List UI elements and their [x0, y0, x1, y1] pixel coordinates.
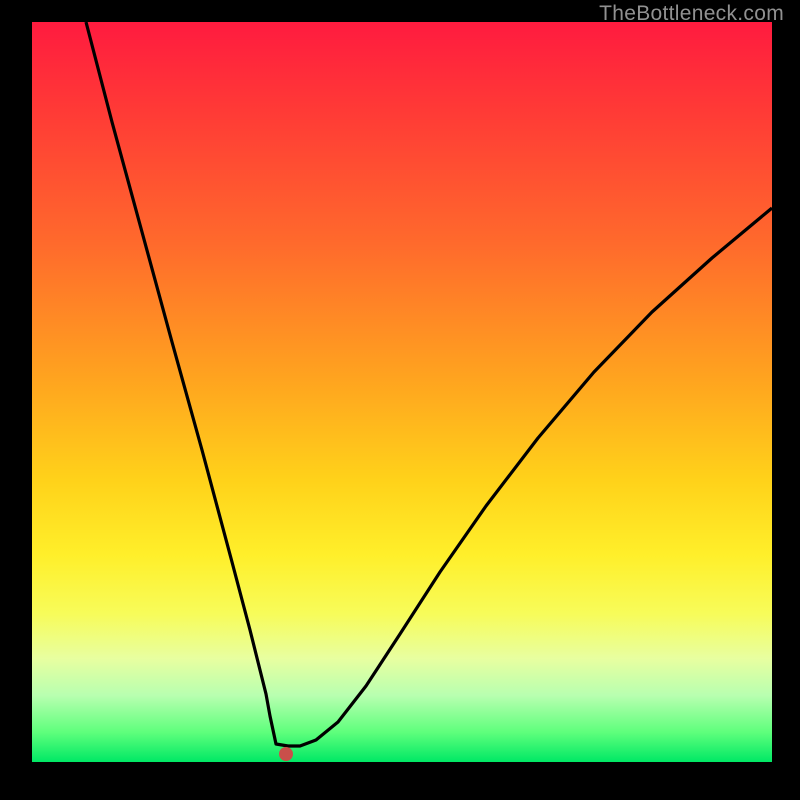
curve-svg	[32, 22, 772, 762]
bottleneck-curve	[86, 22, 772, 746]
plot-area	[32, 22, 772, 762]
minimum-marker	[279, 747, 293, 761]
chart-frame: TheBottleneck.com	[0, 0, 800, 800]
